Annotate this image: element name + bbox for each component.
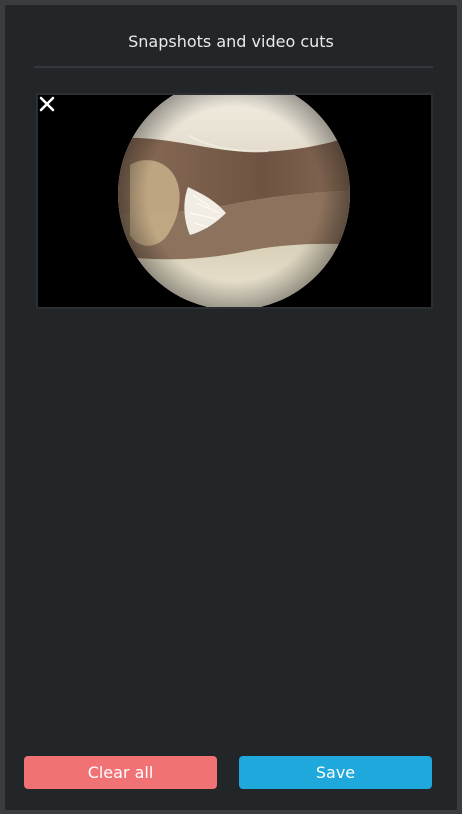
arthroscopy-snapshot-image	[38, 95, 431, 307]
snapshots-panel: Snapshots and video cuts	[5, 5, 457, 810]
clear-all-button[interactable]: Clear all	[24, 756, 217, 789]
close-icon[interactable]	[38, 95, 56, 113]
title-divider	[34, 66, 433, 68]
snapshot-thumbnail[interactable]	[36, 93, 433, 309]
save-button[interactable]: Save	[239, 756, 432, 789]
panel-title: Snapshots and video cuts	[128, 32, 334, 51]
